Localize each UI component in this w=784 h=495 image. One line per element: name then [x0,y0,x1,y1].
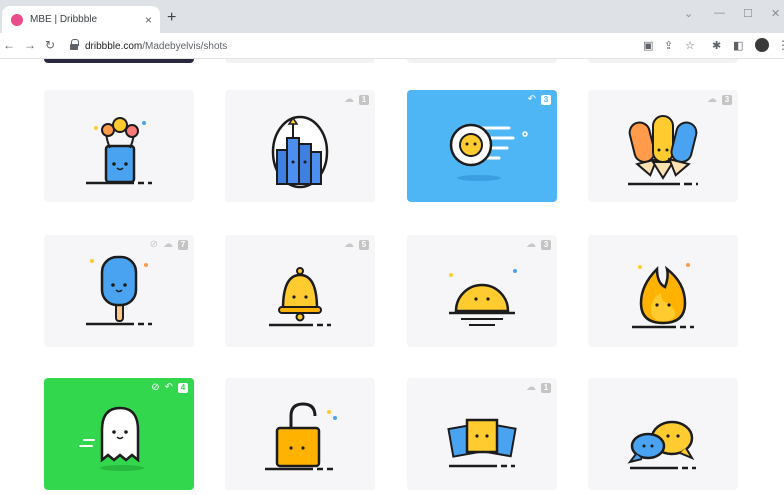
shot-card[interactable]: ☁ 5 [225,235,375,347]
comet-illustration [449,123,528,181]
shot-card[interactable] [225,378,375,490]
castle-illustration [271,115,329,189]
shot-card[interactable] [588,235,738,347]
share-icon[interactable]: ⇪ [664,39,673,52]
shot-card[interactable] [44,90,194,202]
address-bar[interactable]: dribbble.com/Madebyelvis/shots [64,36,624,56]
chat-bubbles-illustration [627,420,696,470]
close-window-button[interactable]: ✕ [771,7,780,20]
lock-icon [70,38,79,51]
dribbble-favicon-icon [11,13,23,26]
reload-icon[interactable]: ↻ [45,38,55,52]
shot-card[interactable] [588,378,738,490]
photos-illustration [447,418,517,468]
ghost-illustration [79,406,144,471]
browser-toolbar: ← → ↻ dribbble.com/Madebyelvis/shots ▣ ⇪… [0,33,784,59]
shot-card-partial[interactable] [44,59,194,63]
shot-card[interactable]: ☁ 1 [225,90,375,202]
forward-arrow-icon[interactable]: → [24,38,36,52]
shot-card-partial[interactable] [588,59,738,63]
padlock-illustration [265,402,337,471]
translate-icon[interactable]: ▣ [643,39,653,52]
bell-illustration [269,267,331,327]
flower-pot-illustration [86,117,152,185]
url-host: dribbble.com [85,40,143,52]
shot-card[interactable]: ☁ 3 [407,235,557,347]
back-arrow-icon[interactable]: ← [3,38,15,52]
minimize-button[interactable]: — [714,7,725,19]
shot-card-partial[interactable] [225,59,375,63]
tab-strip: MBE | Dribbble × + ⌄ — ☐ ✕ [0,0,784,33]
sunset-illustration [449,269,517,326]
shot-card[interactable]: ☁ 1 [407,378,557,490]
tab-search-icon[interactable]: ⌄ [684,7,693,20]
url-path: /Madebyelvis/shots [142,40,228,52]
tab-close-icon[interactable]: × [145,13,152,27]
flame-illustration [632,263,694,329]
shot-card[interactable]: ↶ 3 [407,90,557,202]
extensions-icon[interactable]: ✱ [712,39,721,52]
shot-card[interactable]: ⊘ ↶ 4 [44,378,194,490]
shots-grid: ☁ 1 ↶ 3 ☁ 3 ⊘ ☁ 7 ☁ 5 ☁ 3 ⊘ ↶ 4 ☁ 1 [0,59,784,495]
tab-title: MBE | Dribbble [30,14,98,25]
active-tab[interactable]: MBE | Dribbble × [2,6,160,33]
shot-card[interactable]: ⊘ ☁ 7 [44,235,194,347]
bookmark-star-icon[interactable]: ☆ [685,39,695,52]
maximize-button[interactable]: ☐ [743,7,753,20]
url-text: dribbble.com/Madebyelvis/shots [85,41,227,52]
pencils-illustration [628,115,698,186]
shot-card[interactable]: ☁ 3 [588,90,738,202]
side-panel-icon[interactable]: ◧ [733,39,743,52]
popsicle-illustration [86,255,152,326]
shot-card-partial[interactable] [407,59,557,63]
new-tab-button[interactable]: + [167,9,176,27]
profile-avatar[interactable] [755,38,769,52]
menu-kebab-icon[interactable]: ⋮ [777,38,784,52]
